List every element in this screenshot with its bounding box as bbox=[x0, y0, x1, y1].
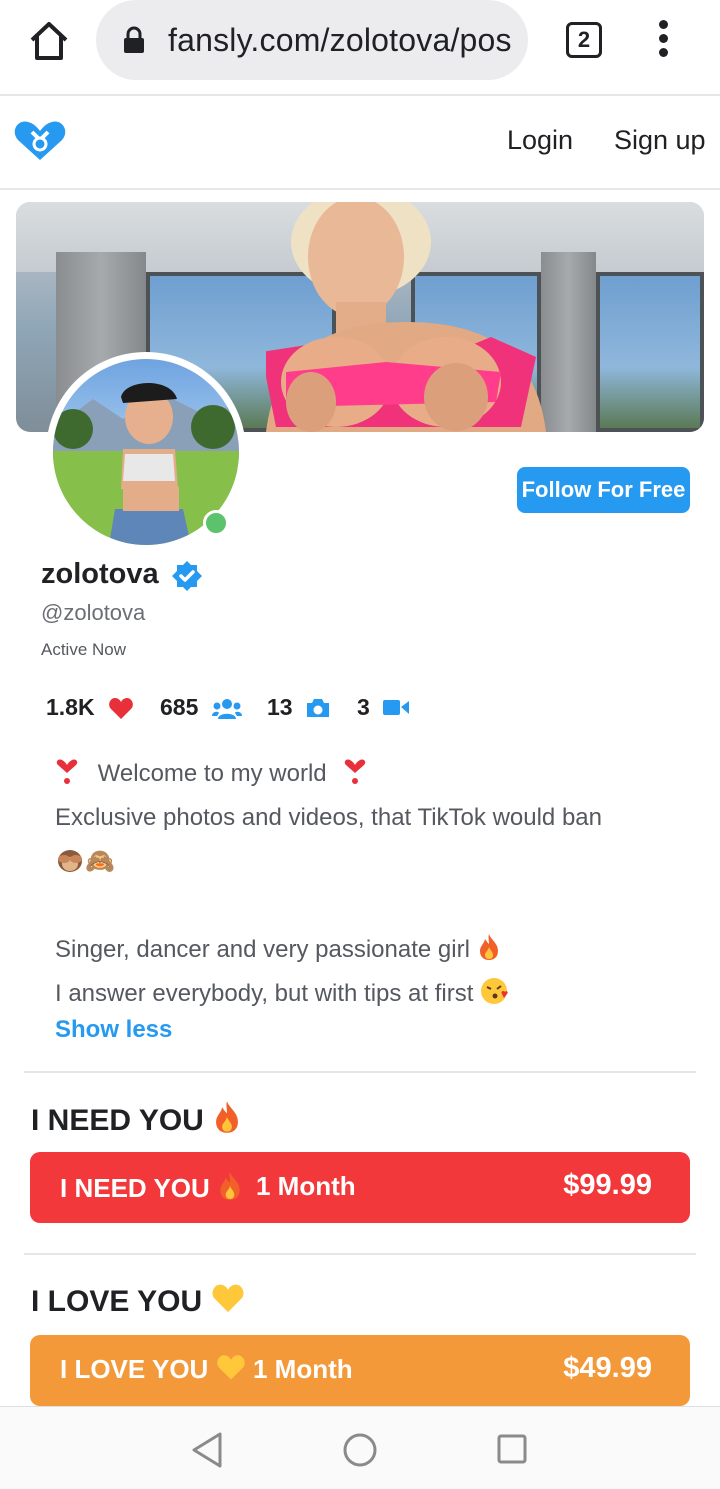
fansly-logo-icon[interactable] bbox=[12, 118, 68, 164]
tier-title: I NEED YOU bbox=[31, 1100, 242, 1138]
heart-exclamation-icon bbox=[56, 759, 78, 784]
login-link[interactable]: Login bbox=[507, 125, 573, 156]
activity-status: Active Now bbox=[41, 640, 127, 659]
signup-link[interactable]: Sign up bbox=[614, 125, 706, 156]
nav-home-icon[interactable] bbox=[342, 1432, 378, 1468]
heart-icon bbox=[109, 698, 133, 719]
profile-bio: Welcome to my world Exclusive photos and… bbox=[55, 752, 695, 1016]
verified-icon bbox=[172, 561, 202, 591]
tier-duration: 1 Month bbox=[253, 1354, 353, 1384]
username-handle: @zolotova bbox=[41, 600, 146, 625]
bio-line-1: Welcome to my world bbox=[97, 760, 327, 787]
lock-icon bbox=[124, 26, 144, 53]
subscribe-tier-button[interactable]: I LOVE YOU 1 Month $49.99 bbox=[30, 1335, 690, 1406]
yellow-heart-icon bbox=[216, 1355, 245, 1380]
back-icon[interactable] bbox=[190, 1431, 224, 1469]
fire-icon bbox=[479, 934, 498, 960]
see-no-evil-monkey-icon bbox=[58, 850, 82, 872]
heart-exclamation-icon bbox=[345, 759, 366, 784]
site-header: Login Sign up bbox=[0, 98, 720, 190]
address-bar[interactable]: fansly.com/zolotova/pos bbox=[96, 0, 528, 80]
photos-stat: 13 bbox=[267, 694, 329, 721]
video-icon bbox=[383, 700, 409, 715]
tier-duration: 1 Month bbox=[256, 1171, 356, 1201]
tier-name: I LOVE YOU bbox=[60, 1354, 246, 1385]
followers-count: 685 bbox=[160, 694, 199, 720]
tier-name: I NEED YOU bbox=[60, 1171, 243, 1204]
menu-icon[interactable] bbox=[650, 20, 676, 60]
followers-icon bbox=[212, 699, 242, 719]
photos-count: 13 bbox=[267, 694, 293, 720]
camera-icon bbox=[307, 699, 329, 717]
videos-stat: 3 bbox=[357, 694, 409, 721]
tier-title: I LOVE YOU bbox=[31, 1283, 245, 1319]
follow-button[interactable]: Follow For Free bbox=[517, 467, 690, 513]
fire-icon bbox=[220, 1172, 240, 1200]
url-text[interactable]: fansly.com/zolotova/pos bbox=[168, 22, 518, 59]
tabs-icon[interactable]: 2 bbox=[566, 22, 602, 58]
bio-line-4: Singer, dancer and very passionate girl bbox=[55, 936, 470, 963]
fire-icon bbox=[216, 1101, 239, 1133]
system-nav-bar bbox=[0, 1406, 720, 1489]
likes-count: 1.8K bbox=[46, 694, 95, 720]
tier-price: $99.99 bbox=[563, 1169, 652, 1201]
bio-line-2: Exclusive photos and videos, that TikTok… bbox=[55, 804, 602, 831]
home-icon[interactable] bbox=[26, 20, 72, 62]
bio-line-5: I answer everybody, but with tips at fir… bbox=[55, 980, 474, 1007]
videos-count: 3 bbox=[357, 694, 370, 720]
followers-stat: 685 bbox=[160, 694, 242, 721]
tier-price: $49.99 bbox=[563, 1352, 652, 1384]
recents-icon[interactable] bbox=[496, 1433, 528, 1465]
yellow-heart-icon bbox=[211, 1284, 244, 1313]
subscribe-tier-button[interactable]: I NEED YOU 1 Month $99.99 bbox=[30, 1152, 690, 1223]
likes-stat: 1.8K bbox=[46, 694, 133, 721]
browser-toolbar: fansly.com/zolotova/pos 2 bbox=[0, 0, 720, 96]
kiss-face-icon bbox=[481, 978, 508, 1004]
online-indicator bbox=[203, 510, 229, 536]
divider bbox=[24, 1071, 696, 1073]
banner-photo bbox=[266, 202, 546, 432]
show-less-link[interactable]: Show less bbox=[55, 1016, 172, 1044]
display-name: zolotova bbox=[41, 558, 159, 590]
divider bbox=[24, 1253, 696, 1255]
